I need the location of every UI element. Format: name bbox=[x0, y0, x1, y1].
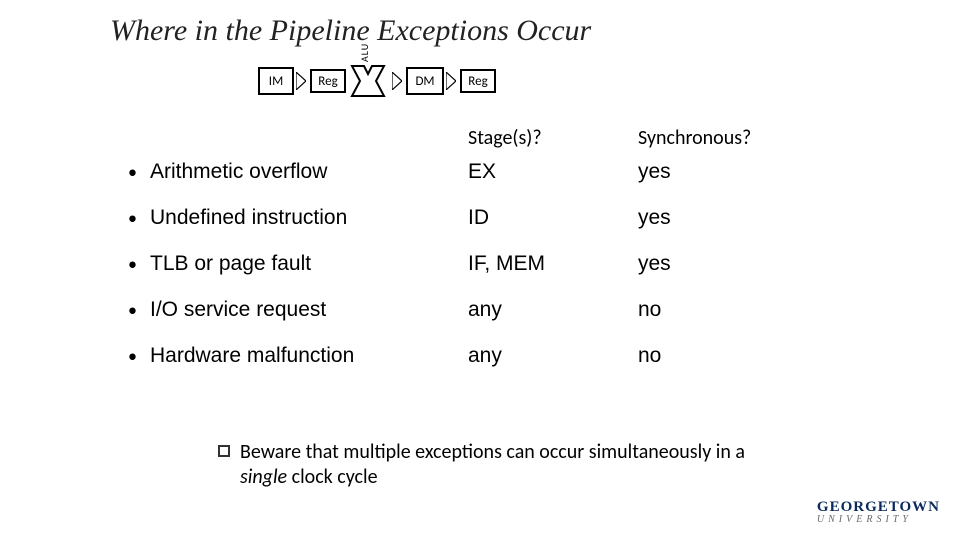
footnote: Beware that multiple exceptions can occu… bbox=[218, 440, 758, 490]
pipeline-stage-alu: ALU bbox=[350, 64, 386, 98]
bullet-icon: • bbox=[128, 299, 150, 321]
table-row: • I/O service request any no bbox=[128, 298, 848, 322]
cause-cell: Arithmetic overflow bbox=[150, 160, 468, 184]
georgetown-logo: GEORGETOWN UNIVERSITY bbox=[817, 500, 940, 524]
stage-cell: any bbox=[468, 298, 638, 322]
stage-cell: EX bbox=[468, 160, 638, 184]
logo-bottom-text: UNIVERSITY bbox=[817, 515, 940, 525]
chevron-icon bbox=[296, 72, 306, 90]
table-row: • Hardware malfunction any no bbox=[128, 344, 848, 368]
chevron-icon bbox=[446, 72, 456, 90]
sync-cell: no bbox=[638, 344, 798, 368]
sync-cell: yes bbox=[638, 252, 798, 276]
sync-cell: no bbox=[638, 298, 798, 322]
square-bullet-icon bbox=[218, 445, 230, 457]
header-sync: Synchronous? bbox=[638, 126, 818, 150]
stage-cell: ID bbox=[468, 206, 638, 230]
cause-cell: I/O service request bbox=[150, 298, 468, 322]
table-header: Stage(s)? Synchronous? bbox=[128, 126, 848, 150]
pipeline-diagram: IM Reg ALU DM Reg bbox=[258, 64, 496, 98]
footnote-text: Beware that multiple exceptions can occu… bbox=[240, 440, 758, 490]
logo-top-text: GEORGETOWN bbox=[817, 500, 940, 514]
chevron-icon bbox=[392, 72, 402, 90]
pipeline-stage-dm: DM bbox=[406, 67, 444, 95]
alu-label: ALU bbox=[358, 43, 371, 62]
pipeline-stage-im: IM bbox=[258, 67, 294, 95]
bullet-icon: • bbox=[128, 253, 150, 275]
slide-title: Where in the Pipeline Exceptions Occur bbox=[110, 14, 591, 48]
pipeline-stage-reg-2: Reg bbox=[460, 69, 496, 93]
bullet-icon: • bbox=[128, 207, 150, 229]
exception-table: Stage(s)? Synchronous? • Arithmetic over… bbox=[128, 126, 848, 390]
table-row: • Undefined instruction ID yes bbox=[128, 206, 848, 230]
table-row: • Arithmetic overflow EX yes bbox=[128, 160, 848, 184]
sync-cell: yes bbox=[638, 160, 798, 184]
stage-cell: any bbox=[468, 344, 638, 368]
cause-cell: TLB or page fault bbox=[150, 252, 468, 276]
alu-icon bbox=[350, 64, 386, 98]
table-row: • TLB or page fault IF, MEM yes bbox=[128, 252, 848, 276]
cause-cell: Hardware malfunction bbox=[150, 344, 468, 368]
sync-cell: yes bbox=[638, 206, 798, 230]
pipeline-stage-reg-1: Reg bbox=[310, 69, 346, 93]
header-stage: Stage(s)? bbox=[468, 126, 638, 150]
bullet-icon: • bbox=[128, 345, 150, 367]
bullet-icon: • bbox=[128, 161, 150, 183]
stage-cell: IF, MEM bbox=[468, 252, 638, 276]
cause-cell: Undefined instruction bbox=[150, 206, 468, 230]
